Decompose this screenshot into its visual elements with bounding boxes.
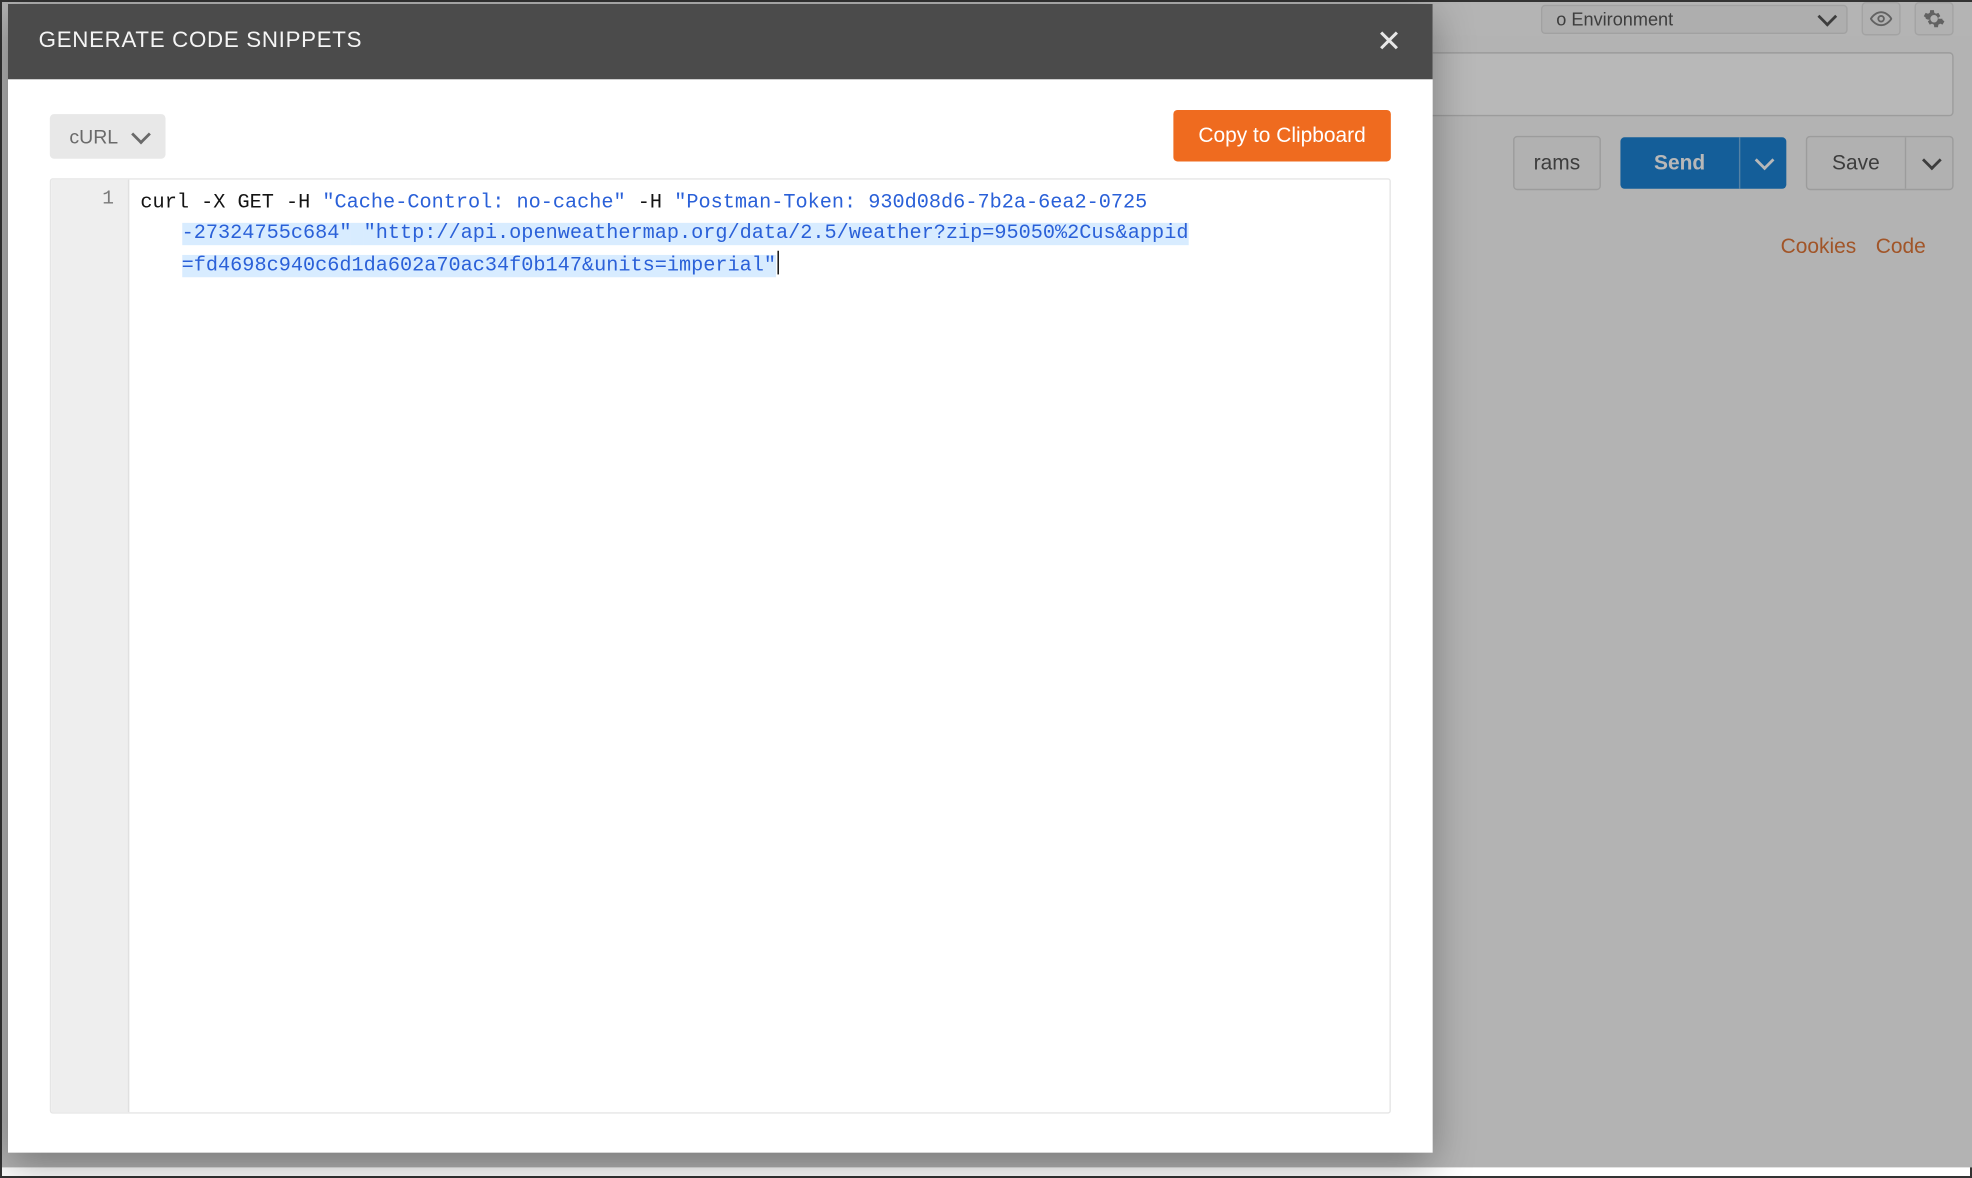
code-link[interactable]: Code bbox=[1876, 235, 1926, 259]
code-token-string: "Cache-Control: no-cache" bbox=[322, 192, 625, 214]
send-label: Send bbox=[1621, 137, 1739, 189]
modal-header: GENERATE CODE SNIPPETS ✕ bbox=[8, 4, 1433, 79]
text-cursor bbox=[777, 251, 779, 275]
code-content[interactable]: curl -X GET -H "Cache-Control: no-cache"… bbox=[129, 180, 1389, 1113]
environment-select[interactable]: o Environment bbox=[1541, 4, 1848, 33]
params-button[interactable]: rams bbox=[1513, 136, 1601, 190]
copy-to-clipboard-button[interactable]: Copy to Clipboard bbox=[1173, 110, 1391, 162]
code-token-string: =fd4698c940c6d1da602a70ac34f0b147&units=… bbox=[182, 255, 776, 277]
environment-label: o Environment bbox=[1556, 8, 1673, 29]
send-split[interactable] bbox=[1739, 137, 1786, 189]
code-token-string: -27324755c684" bbox=[182, 224, 352, 246]
save-button[interactable]: Save bbox=[1806, 136, 1954, 190]
code-editor[interactable]: 1 curl -X GET -H "Cache-Control: no-cach… bbox=[50, 178, 1391, 1113]
modal-toolbar: cURL Copy to Clipboard bbox=[50, 110, 1391, 162]
chevron-down-icon bbox=[1922, 150, 1936, 175]
cookies-link[interactable]: Cookies bbox=[1781, 235, 1857, 259]
code-token-cmd: curl bbox=[140, 192, 189, 214]
code-token-flag: -H bbox=[286, 192, 310, 214]
chevron-down-icon bbox=[1818, 8, 1832, 29]
code-token-string: "http://api.openweathermap.org/data/2.5/… bbox=[364, 224, 1189, 246]
copy-label: Copy to Clipboard bbox=[1198, 124, 1365, 148]
save-split[interactable] bbox=[1905, 137, 1952, 189]
modal-body: cURL Copy to Clipboard 1 curl -X GET -H … bbox=[8, 79, 1433, 1152]
code-snippets-modal: GENERATE CODE SNIPPETS ✕ cURL Copy to Cl… bbox=[8, 4, 1433, 1153]
line-gutter: 1 bbox=[51, 180, 129, 1113]
params-label: rams bbox=[1534, 151, 1580, 175]
modal-title: GENERATE CODE SNIPPETS bbox=[39, 29, 363, 54]
close-icon[interactable]: ✕ bbox=[1376, 26, 1402, 57]
save-label: Save bbox=[1807, 137, 1905, 189]
send-button[interactable]: Send bbox=[1621, 137, 1786, 189]
language-select[interactable]: cURL bbox=[50, 113, 166, 158]
code-token-flag: -H bbox=[638, 192, 662, 214]
code-token-string: "Postman-Token: 930d08d6-7b2a-6ea2-0725 bbox=[674, 192, 1147, 214]
code-token-method: GET bbox=[237, 192, 273, 214]
eye-icon[interactable] bbox=[1862, 2, 1901, 35]
code-token-flag: -X bbox=[201, 192, 225, 214]
chevron-down-icon bbox=[1756, 150, 1770, 175]
line-number: 1 bbox=[51, 188, 114, 210]
gear-icon[interactable] bbox=[1915, 2, 1954, 35]
language-label: cURL bbox=[69, 125, 118, 147]
chevron-down-icon bbox=[132, 125, 146, 147]
